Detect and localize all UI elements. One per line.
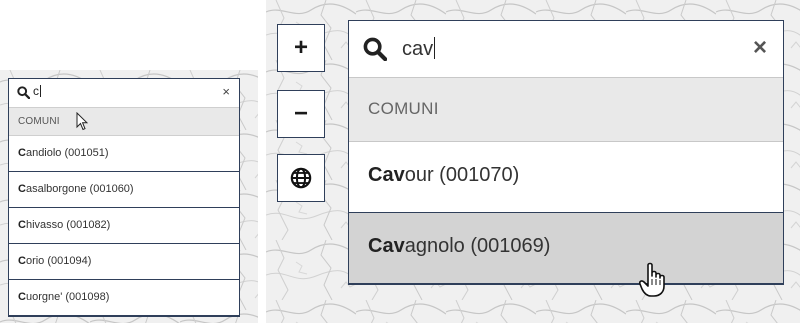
result-label: orio (001094) [25,255,92,267]
text-caret [434,37,436,59]
text-caret [40,85,41,97]
result-match: Cav [368,235,405,257]
group-label: COMUNI [18,116,60,127]
hand-pointer-cursor-icon [639,262,665,297]
result-item[interactable]: Cuorgne' (001098) [9,280,239,316]
result-item[interactable]: Candiolo (001051) [9,136,239,172]
result-item[interactable]: Casalborgone (001060) [9,172,239,208]
close-icon[interactable]: × [222,84,230,99]
result-item[interactable]: Chivasso (001082) [9,208,239,244]
result-match: Cav [368,164,405,186]
arrow-cursor-icon [76,112,88,131]
search-icon [363,37,387,61]
zoom-out-button[interactable]: − [277,90,325,138]
result-match: C [18,219,26,231]
result-item[interactable]: Corio (001094) [9,244,239,280]
search-query-text: c [33,84,39,98]
search-bar[interactable]: cav × [349,21,783,78]
globe-icon [290,167,312,189]
results-group-header: COMUNI [349,78,783,142]
results-group-header: COMUNI [9,108,239,136]
search-input[interactable]: cav [402,37,436,61]
result-label: andiolo (001051) [25,147,109,159]
search-widget: cav × COMUNI Cavour (001070) Cavagnolo (… [348,20,784,285]
search-input[interactable]: c [33,84,41,98]
map-left[interactable]: c × COMUNI Candiolo (001051) Casalborgon… [0,70,258,323]
result-label: our (001070) [404,164,520,186]
result-label: asalborgone (001060) [25,183,134,195]
result-match: C [18,291,26,303]
search-query-text: cav [402,38,434,60]
map-right[interactable]: + − cav × COMUNI Cavour (001070) Cavagno… [266,0,800,323]
layers-button[interactable] [277,154,325,202]
search-icon [17,86,30,99]
search-widget-small: c × COMUNI Candiolo (001051) Casalborgon… [8,78,240,317]
result-label: uorgne' (001098) [25,291,110,303]
zoom-in-button[interactable]: + [277,24,325,72]
result-label: agnolo (001069) [404,235,551,257]
result-match: C [18,255,26,267]
result-match: C [18,147,26,159]
result-item-hovered[interactable]: Cavagnolo (001069) [349,213,783,284]
result-label: hivasso (001082) [25,219,111,231]
close-icon[interactable]: × [753,34,767,62]
group-label: COMUNI [368,99,439,118]
result-item[interactable]: Cavour (001070) [349,142,783,213]
search-bar[interactable]: c × [9,79,239,108]
result-match: C [18,183,26,195]
